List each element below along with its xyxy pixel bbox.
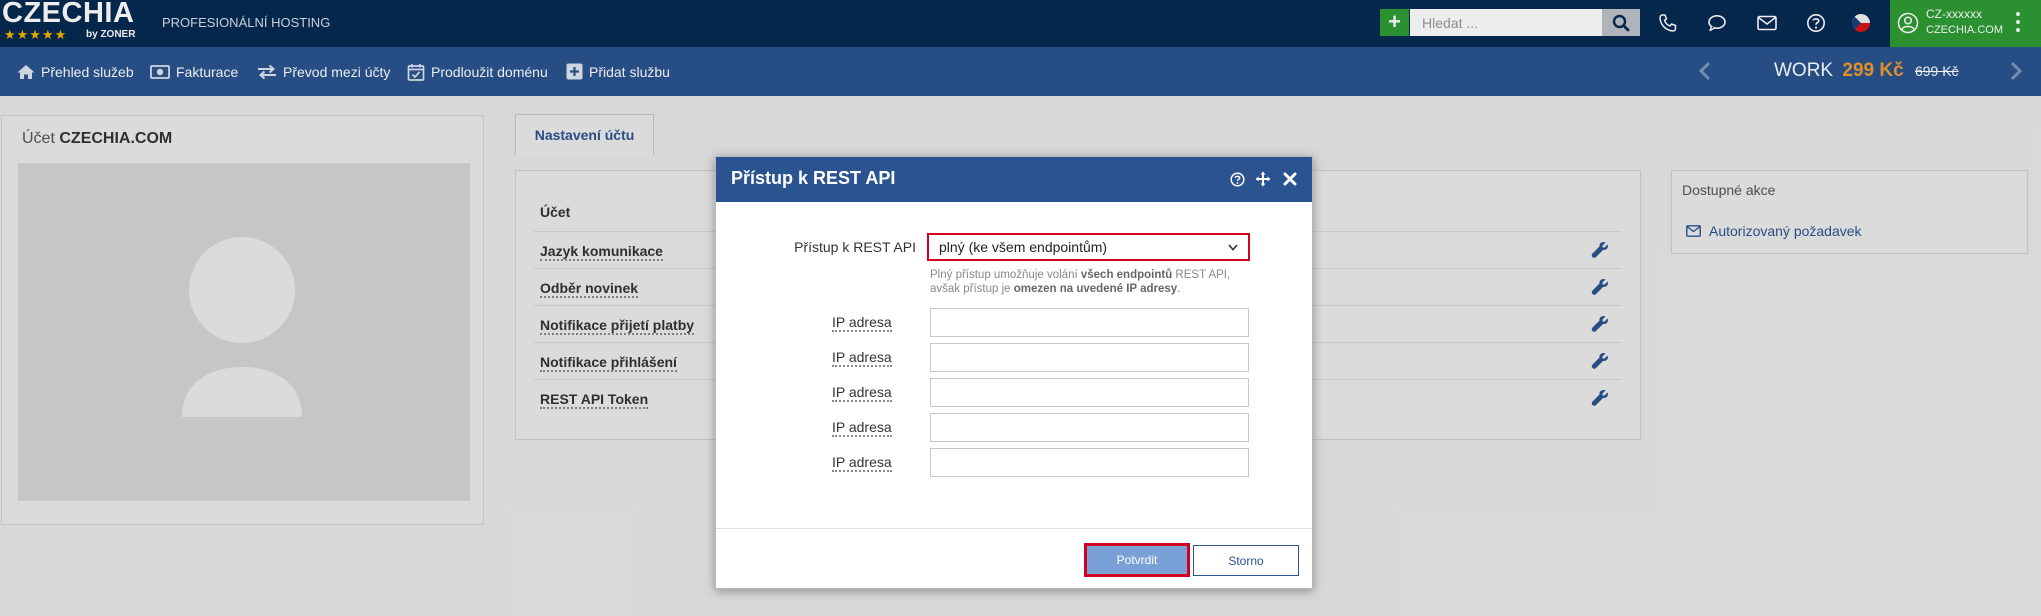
ip-address-input[interactable] <box>930 413 1249 442</box>
ip-address-label: IP adresa <box>832 419 892 437</box>
rest-api-modal: Přístup k REST API Přístup k REST API pl… <box>715 156 1313 589</box>
chevron-down-icon <box>1228 243 1238 251</box>
ip-address-label: IP adresa <box>832 454 892 472</box>
api-access-help-text: Plný přístup umožňuje volání všech endpo… <box>930 269 1231 295</box>
cancel-button[interactable]: Storno <box>1193 545 1299 576</box>
move-arrows-icon <box>1255 171 1271 187</box>
ip-address-input[interactable] <box>930 448 1249 477</box>
modal-help-button[interactable] <box>1227 169 1247 189</box>
ip-address-input[interactable] <box>930 343 1249 372</box>
modal-footer-divider <box>716 528 1312 529</box>
ip-address-label: IP adresa <box>832 349 892 367</box>
ip-address-label: IP adresa <box>832 384 892 402</box>
close-icon <box>1283 172 1297 186</box>
confirm-button[interactable]: Potvrdit <box>1084 543 1190 577</box>
question-circle-icon <box>1229 171 1245 187</box>
modal-header[interactable]: Přístup k REST API <box>716 157 1312 202</box>
ip-address-input[interactable] <box>930 308 1249 337</box>
api-access-value: plný (ke všem endpointům) <box>939 239 1108 255</box>
ip-address-input[interactable] <box>930 378 1249 407</box>
ip-address-label: IP adresa <box>832 314 892 332</box>
api-access-select[interactable]: plný (ke všem endpointům) <box>927 233 1250 261</box>
modal-move-handle[interactable] <box>1253 169 1273 189</box>
modal-title: Přístup k REST API <box>731 168 896 188</box>
modal-close-button[interactable] <box>1280 169 1300 189</box>
api-access-label: Přístup k REST API <box>794 239 916 255</box>
